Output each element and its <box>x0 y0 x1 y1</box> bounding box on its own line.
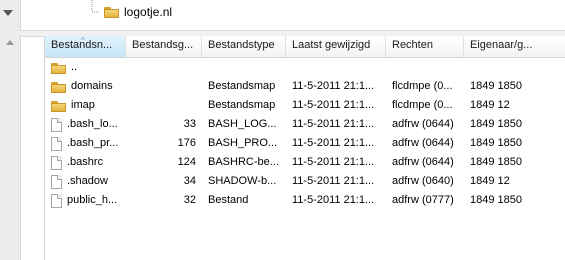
last-modified-cell: 11-5-2011 21:1... <box>292 175 375 187</box>
owner-group-cell: 1849 12 <box>470 175 510 187</box>
column-header-last-modified[interactable]: Laatst gewijzigd <box>286 36 386 57</box>
last-modified-cell: 11-5-2011 21:1... <box>292 80 375 92</box>
file-icon <box>51 174 62 189</box>
owner-group-cell: 1849 1850 <box>470 80 522 92</box>
file-name-cell: .bashrc <box>45 153 126 172</box>
file-icon <box>51 155 62 170</box>
owner-group-cell: 1849 1850 <box>470 194 522 206</box>
file-name-label: .bash_pr... <box>67 137 119 149</box>
column-header-permissions[interactable]: Rechten <box>386 36 464 57</box>
file-size-cell <box>126 77 202 96</box>
scroll-down-arrow-icon[interactable] <box>3 10 13 16</box>
file-size-cell <box>126 58 202 77</box>
tree-item-label: logotje.nl <box>124 5 173 19</box>
owner-group-cell: 1849 1850 <box>470 137 522 149</box>
last-modified-cell: 11-5-2011 21:1... <box>292 118 375 130</box>
file-size-cell: 176 <box>177 137 196 149</box>
last-modified-cell: 11-5-2011 21:1... <box>292 99 375 111</box>
file-icon <box>51 117 62 132</box>
last-modified-cell: 11-5-2011 21:1... <box>292 156 375 168</box>
file-name-label: .shadow <box>67 175 108 187</box>
permissions-cell: adfrw (0777) <box>392 194 454 206</box>
file-type-cell: Bestand <box>208 194 249 206</box>
file-size-cell: 34 <box>183 175 196 187</box>
file-size-cell: 33 <box>183 118 196 130</box>
file-name-label: imap <box>71 99 95 111</box>
permissions-cell: adfrw (0644) <box>392 118 454 130</box>
file-type-cell: BASH_PRO... <box>208 137 278 149</box>
owner-group-cell: 1849 12 <box>470 99 510 111</box>
file-name-label: domains <box>71 80 113 92</box>
column-header-filename[interactable]: ^ Bestandsn... <box>45 36 126 57</box>
file-name-cell: .. <box>45 58 126 77</box>
file-type-cell: SHADOW-b... <box>208 175 277 187</box>
file-name-cell: .bash_pr... <box>45 134 126 153</box>
table-row[interactable]: .bash_pr... 176 BASH_PRO... 11-5-2011 21:1.… <box>45 134 565 153</box>
permissions-cell: adfrw (0644) <box>392 156 454 168</box>
left-scrollbar[interactable] <box>0 0 21 260</box>
folder-icon <box>51 62 66 74</box>
file-size-cell: 32 <box>183 194 196 206</box>
file-icon <box>51 193 62 208</box>
file-size-cell <box>126 96 202 115</box>
file-name-label: .bash_lo... <box>67 118 118 130</box>
file-name-cell: .shadow <box>45 172 126 191</box>
scroll-up-arrow-icon[interactable] <box>6 40 14 45</box>
file-size-cell: 124 <box>177 156 196 168</box>
file-list: ^ Bestandsn... Bestandsg... Bestandstype… <box>44 36 565 260</box>
file-type-cell: BASH_LOG... <box>208 118 277 130</box>
directory-tree-pane: logotje.nl <box>0 0 565 30</box>
column-header-row: ^ Bestandsn... Bestandsg... Bestandstype… <box>45 36 565 58</box>
file-icon <box>51 136 62 151</box>
table-row[interactable]: domains Bestandsmap 11-5-2011 21:1... flcdm… <box>45 77 565 96</box>
permissions-cell: flcdmpe (0... <box>392 99 453 111</box>
permissions-cell: flcdmpe (0... <box>392 80 453 92</box>
table-row[interactable]: .. <box>45 58 565 77</box>
file-name-label: public_h... <box>67 194 118 206</box>
file-name-label: .. <box>71 61 78 73</box>
tree-item-logotje[interactable]: logotje.nl <box>104 5 172 19</box>
file-type-cell: Bestandsmap <box>208 80 276 92</box>
last-modified-cell: 11-5-2011 21:1... <box>292 137 375 149</box>
owner-group-cell: 1849 1850 <box>470 156 522 168</box>
column-header-filesize[interactable]: Bestandsg... <box>126 36 202 57</box>
permissions-cell: adfrw (0640) <box>392 175 454 187</box>
file-type-cell: Bestandsmap <box>208 99 276 111</box>
tree-connector-lines <box>91 0 100 13</box>
column-header-filetype[interactable]: Bestandstype <box>202 36 286 57</box>
file-rows: .. domains Bestandsmap 11-5-2011 21:1... flc… <box>45 58 565 210</box>
file-type-cell: BASHRC-be... <box>208 156 279 168</box>
file-name-cell: imap <box>45 96 126 115</box>
last-modified-cell <box>286 58 386 77</box>
table-row[interactable]: .shadow 34 SHADOW-b... 11-5-2011 21:1... adf… <box>45 172 565 191</box>
column-header-owner-group[interactable]: Eigenaar/g... <box>464 36 565 57</box>
folder-icon <box>104 6 119 18</box>
table-row[interactable]: public_h... 32 Bestand 11-5-2011 21:1... adf… <box>45 191 565 210</box>
table-row[interactable]: .bashrc 124 BASHRC-be... 11-5-2011 21:1... a… <box>45 153 565 172</box>
file-type-cell <box>202 58 286 77</box>
permissions-cell <box>386 58 464 77</box>
file-name-cell: public_h... <box>45 191 126 210</box>
file-name-cell: .bash_lo... <box>45 115 126 134</box>
file-name-label: .bashrc <box>67 156 104 168</box>
folder-icon <box>51 100 66 112</box>
owner-group-cell: 1849 1850 <box>470 118 522 130</box>
folder-icon <box>51 81 66 93</box>
table-row[interactable]: imap Bestandsmap 11-5-2011 21:1... flcdmpe … <box>45 96 565 115</box>
file-name-cell: domains <box>45 77 126 96</box>
table-row[interactable]: .bash_lo... 33 BASH_LOG... 11-5-2011 21:1..… <box>45 115 565 134</box>
owner-group-cell <box>464 58 565 77</box>
last-modified-cell: 11-5-2011 21:1... <box>292 194 375 206</box>
permissions-cell: adfrw (0644) <box>392 137 454 149</box>
sort-ascending-icon: ^ <box>81 36 85 45</box>
